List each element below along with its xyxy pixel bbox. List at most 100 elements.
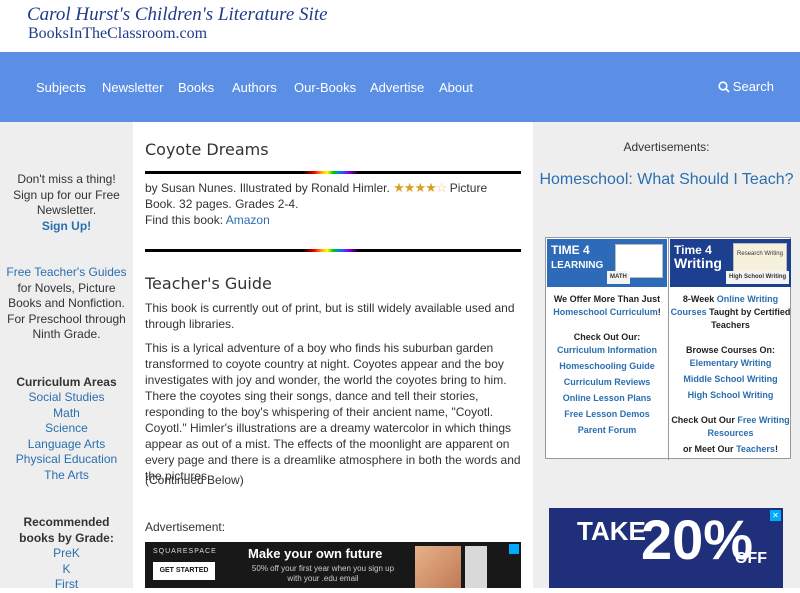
curriculum-physical-education[interactable]: Physical Education (16, 452, 117, 466)
parent-forum-link[interactable]: Parent Forum (578, 425, 637, 435)
squarespace-ad[interactable]: SQUARESPACE GET STARTED Make your own fu… (145, 542, 521, 588)
meet-teachers-line: or Meet Our Teachers! (669, 443, 792, 456)
right-ad-intro-end: Taught by Certified Teachers (709, 307, 791, 330)
grade-k[interactable]: K (62, 562, 70, 576)
logo-time4: TIME 4 (551, 243, 590, 257)
nav-authors[interactable]: Authors (232, 80, 277, 95)
star-empty-icon: ☆ (435, 180, 448, 195)
nav-subjects[interactable]: Subjects (36, 80, 86, 95)
grade-first[interactable]: First (55, 577, 78, 591)
advertisement-label: Advertisement: (145, 520, 226, 534)
free-lesson-demos-link[interactable]: Free Lesson Demos (564, 409, 650, 419)
ad-photo (415, 546, 461, 588)
meet-text: or Meet Our (683, 444, 734, 454)
ad-close-icon[interactable]: ✕ (770, 510, 781, 521)
ad-take-text: TAKE (577, 516, 646, 546)
book-title: Coyote Dreams (145, 140, 269, 159)
curriculum-reviews-link[interactable]: Curriculum Reviews (564, 377, 651, 387)
guide-para-2: This is a lyrical adventure of a boy who… (145, 341, 521, 483)
rating-stars: ★★★★☆ (393, 180, 448, 195)
nav-books[interactable]: Books (178, 80, 214, 95)
right-ad-intro-text: 8-Week (682, 294, 715, 304)
left-ad-checkout: Check Out Our: (573, 332, 641, 342)
site-header: Carol Hurst's Children's Literature Site… (0, 0, 800, 52)
ad-headline: Make your own future (248, 546, 383, 561)
ads-label: Advertisements: (623, 140, 710, 154)
free-guides-link[interactable]: Free Teacher's Guides (6, 265, 126, 279)
right-ad-intro: 8-Week Online Writing Courses Taught by … (669, 293, 792, 332)
ad-get-started-button[interactable]: GET STARTED (153, 562, 215, 580)
search-label: Search (732, 79, 774, 94)
time4writing-ad: Time 4 Writing Research Writing High Sch… (669, 238, 792, 460)
signup-link[interactable]: Sign Up! (42, 219, 91, 233)
left-ad-intro-end: ! (657, 307, 661, 317)
star-icon: ★ (425, 180, 437, 195)
main-content: Coyote Dreams by Susan Nunes. Illustrate… (133, 122, 533, 588)
byline-authors: by Susan Nunes. Illustrated by Ronald Hi… (145, 181, 390, 195)
checkout-text: Check Out Our (671, 415, 735, 425)
find-label: Find this book: (145, 213, 224, 227)
research-paper-image: Research Writing (733, 243, 787, 273)
star-icon: ★ (393, 180, 405, 195)
rainbow-divider (145, 171, 521, 174)
amazon-link[interactable]: Amazon (226, 213, 270, 227)
grade-block: Recommended books by Grade: PreK K First (0, 515, 133, 593)
nav-newsletter[interactable]: Newsletter (102, 80, 163, 95)
star-icon: ★ (403, 180, 416, 195)
guide-para-1: This book is currently out of print, but… (145, 301, 515, 331)
rainbow-divider (145, 249, 521, 252)
left-ad-intro: We Offer More Than Just Homeschool Curri… (546, 293, 668, 319)
grade-heading: Recommended books by Grade: (19, 515, 114, 545)
guides-text: for Novels, Picture Books and Nonfiction… (7, 280, 126, 342)
browse-courses-label: Browse Courses On: (685, 345, 776, 355)
ad-off-text: OFF (735, 550, 767, 567)
meet-end: ! (774, 444, 778, 454)
nav-our-books[interactable]: Our-Books (294, 80, 356, 95)
homeschool-curriculum-link[interactable]: Homeschool Curriculum (553, 307, 658, 317)
grade-prek[interactable]: PreK (53, 546, 80, 560)
curriculum-information-link[interactable]: Curriculum Information (557, 345, 657, 355)
curriculum-math[interactable]: Math (53, 406, 80, 420)
guides-block: Free Teacher's Guides for Novels, Pictur… (0, 265, 133, 343)
book-byline: by Susan Nunes. Illustrated by Ronald Hi… (145, 180, 521, 228)
time4learning-logo[interactable]: TIME 4 LEARNING MATH (547, 239, 667, 287)
logo-learning: LEARNING (551, 260, 604, 271)
logo-math-tag: MATH (607, 271, 630, 284)
main-nav: Subjects Newsletter Books Authors Our-Bo… (0, 52, 800, 122)
high-school-writing-link[interactable]: High School Writing (688, 390, 774, 400)
nav-advertise[interactable]: Advertise (370, 80, 424, 95)
curriculum-heading: Curriculum Areas (16, 374, 117, 389)
star-icon: ★ (414, 180, 426, 195)
free-resources-line: Check Out Our Free Writing Resources (669, 414, 792, 440)
nav-about[interactable]: About (439, 80, 473, 95)
logo-writing: Writing (674, 255, 722, 271)
guide-heading: Teacher's Guide (145, 274, 272, 293)
newsletter-block: Don't miss a thing! Sign up for our Free… (0, 172, 133, 234)
elementary-writing-link[interactable]: Elementary Writing (690, 358, 772, 368)
ad-body: 50% off your first year when you sign up… (251, 564, 395, 583)
homeschool-headline-link[interactable]: Homeschool: What Should I Teach? (533, 170, 800, 190)
ad-brand: SQUARESPACE (153, 548, 217, 555)
logo-high-school-tag: High School Writing (726, 271, 790, 284)
curriculum-language-arts[interactable]: Language Arts (28, 437, 105, 451)
continued-note: (Continued Below) (145, 473, 244, 487)
search-link[interactable]: Search (718, 79, 774, 94)
search-icon (718, 81, 730, 93)
homeschooling-guide-link[interactable]: Homeschooling Guide (559, 361, 655, 371)
online-lesson-plans-link[interactable]: Online Lesson Plans (563, 393, 652, 403)
curriculum-the-arts[interactable]: The Arts (44, 468, 89, 482)
middle-school-writing-link[interactable]: Middle School Writing (683, 374, 777, 384)
ad-phone-image (465, 546, 487, 588)
teachers-link[interactable]: Teachers (736, 444, 775, 454)
time4writing-logo[interactable]: Time 4 Writing Research Writing High Sch… (670, 239, 791, 287)
curriculum-social-studies[interactable]: Social Studies (28, 390, 104, 404)
time4learning-ad: TIME 4 LEARNING MATH We Offer More Than … (546, 238, 669, 460)
curriculum-science[interactable]: Science (45, 421, 88, 435)
discount-ad[interactable]: TAKE 20% OFF ✕ (549, 508, 783, 588)
ad-choices-icon[interactable] (509, 544, 519, 554)
left-ad-intro-text: We Offer More Than Just (553, 294, 661, 304)
newsletter-text: Don't miss a thing! Sign up for our Free… (13, 172, 120, 217)
site-subtitle[interactable]: BooksInTheClassroom.com (28, 25, 207, 43)
site-title[interactable]: Carol Hurst's Children's Literature Site (27, 4, 328, 26)
left-sidebar: Don't miss a thing! Sign up for our Free… (0, 122, 133, 591)
